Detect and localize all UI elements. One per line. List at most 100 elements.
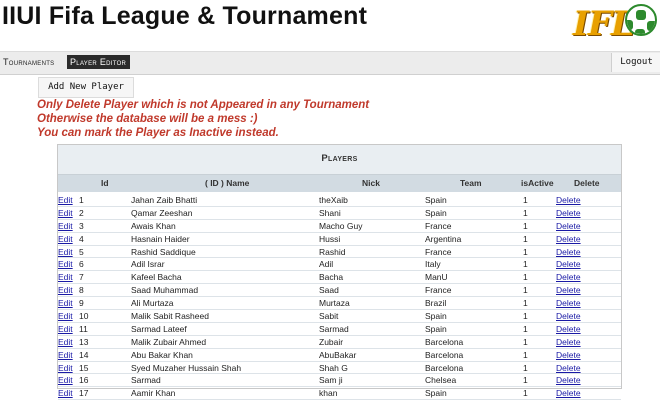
cell-team: France: [425, 246, 452, 257]
nav-tournaments[interactable]: Tournaments: [3, 57, 54, 67]
delete-link[interactable]: Delete: [556, 297, 581, 309]
delete-link[interactable]: Delete: [556, 374, 581, 386]
cell-id: 5: [79, 246, 84, 257]
cell-id: 3: [79, 220, 84, 231]
delete-link[interactable]: Delete: [556, 323, 581, 335]
table-row: Edit 11 Sarmad Lateef Sarmad Spain 1 Delete: [58, 323, 621, 336]
cell-id: 17: [79, 388, 89, 399]
delete-link[interactable]: Delete: [556, 284, 581, 296]
delete-link[interactable]: Delete: [556, 349, 581, 361]
cell-isactive: 1: [523, 285, 528, 296]
edit-link[interactable]: Edit: [58, 310, 73, 322]
edit-link[interactable]: Edit: [58, 323, 73, 335]
header-nick: Nick: [362, 178, 380, 188]
cell-isactive: 1: [523, 362, 528, 373]
cell-isactive: 1: [523, 246, 528, 257]
edit-link[interactable]: Edit: [58, 194, 73, 206]
cell-nick: Sarmad: [319, 323, 349, 334]
cell-nick: Sabit: [319, 311, 339, 322]
cell-name: Malik Sabit Rasheed: [131, 311, 209, 322]
cell-isactive: 1: [523, 220, 528, 231]
delete-link[interactable]: Delete: [556, 207, 581, 219]
cell-nick: theXaib: [319, 195, 348, 205]
edit-link[interactable]: Edit: [58, 349, 73, 361]
cell-isactive: 1: [523, 233, 528, 244]
edit-link[interactable]: Edit: [58, 362, 73, 374]
cell-team: Italy: [425, 259, 441, 270]
delete-link[interactable]: Delete: [556, 258, 581, 270]
delete-link[interactable]: Delete: [556, 220, 581, 232]
cell-name: Sarmad Lateef: [131, 323, 187, 334]
cell-nick: AbuBakar: [319, 349, 357, 360]
table-body: Edit 1 Jahan Zaib Bhatti theXaib Spain 1 Delet…: [58, 194, 621, 401]
edit-link[interactable]: Edit: [58, 207, 73, 219]
cell-team: Spain: [425, 311, 447, 322]
cell-nick: Sam ji: [319, 375, 343, 386]
edit-link[interactable]: Edit: [58, 284, 73, 296]
delete-link[interactable]: Delete: [556, 233, 581, 245]
delete-link[interactable]: Delete: [556, 194, 581, 206]
cell-team: Barcelona: [425, 336, 464, 347]
edit-link[interactable]: Edit: [58, 233, 73, 245]
header-delete: Delete: [574, 178, 600, 188]
cell-id: 10: [79, 311, 89, 322]
add-new-player-button[interactable]: Add New Player: [38, 77, 134, 98]
edit-link[interactable]: Edit: [58, 271, 73, 283]
cell-nick: Hussi: [319, 233, 341, 244]
cell-name: Jahan Zaib Bhatti: [131, 195, 198, 205]
table-row: Edit 10 Malik Sabit Rasheed Sabit Spain 1 Dele…: [58, 310, 621, 323]
cell-isactive: 1: [523, 195, 528, 205]
table-row: Edit 13 Malik Zubair Ahmed Zubair Barcelona 1…: [58, 336, 621, 349]
cell-nick: Macho Guy: [319, 220, 363, 231]
cell-name: Sarmad: [131, 375, 161, 386]
cell-team: France: [425, 220, 452, 231]
app-header: IIUI Fifa League & Tournament IFL: [0, 0, 660, 50]
edit-link[interactable]: Edit: [58, 387, 73, 399]
cell-team: Spain: [425, 195, 447, 205]
cell-nick: Zubair: [319, 336, 344, 347]
edit-link[interactable]: Edit: [58, 246, 73, 258]
cell-isactive: 1: [523, 311, 528, 322]
delete-link[interactable]: Delete: [556, 246, 581, 258]
delete-link[interactable]: Delete: [556, 362, 581, 374]
table-row: Edit 14 Abu Bakar Khan AbuBakar Barcelona 1 De…: [58, 349, 621, 362]
logout-button[interactable]: Logout: [611, 53, 660, 72]
table-row: Edit 17 Aamir Khan khan Spain 1 Delete: [58, 387, 621, 401]
cell-name: Awais Khan: [131, 220, 176, 231]
delete-link[interactable]: Delete: [556, 310, 581, 322]
edit-link[interactable]: Edit: [58, 336, 73, 348]
ifl-logo[interactable]: IFL: [573, 2, 659, 48]
edit-link[interactable]: Edit: [58, 220, 73, 232]
cell-id: 9: [79, 298, 84, 309]
cell-name: Qamar Zeeshan: [131, 207, 193, 218]
page-title: IIUI Fifa League & Tournament: [2, 2, 368, 30]
cell-name: Syed Muzaher Hussain Shah: [131, 362, 242, 373]
cell-nick: Shah G: [319, 362, 348, 373]
delete-link[interactable]: Delete: [556, 387, 581, 399]
nav-player-editor[interactable]: Player Editor: [67, 55, 131, 69]
header-team: Team: [460, 178, 482, 188]
cell-id: 4: [79, 233, 84, 244]
cell-isactive: 1: [523, 207, 528, 218]
cell-isactive: 1: [523, 323, 528, 334]
cell-name: Ali Murtaza: [131, 298, 174, 309]
table-row: Edit 4 Hasnain Haider Hussi Argentina 1 Delete: [58, 233, 621, 246]
cell-isactive: 1: [523, 272, 528, 283]
cell-nick: Saad: [319, 285, 339, 296]
edit-link[interactable]: Edit: [58, 258, 73, 270]
players-table: Players Id ( ID ) Name Nick Team isActiv…: [57, 144, 622, 401]
edit-link[interactable]: Edit: [58, 374, 73, 386]
edit-link[interactable]: Edit: [58, 297, 73, 309]
cell-nick: Shani: [319, 207, 341, 218]
table-header-row: Id ( ID ) Name Nick Team isActive Delete: [58, 175, 621, 192]
delete-link[interactable]: Delete: [556, 336, 581, 348]
header-name: ( ID ) Name: [205, 178, 250, 188]
cell-name: Malik Zubair Ahmed: [131, 336, 207, 347]
delete-link[interactable]: Delete: [556, 271, 581, 283]
nav-bar: Tournaments Player Editor: [0, 51, 660, 75]
warning-line-2: Otherwise the database will be a mess :): [37, 113, 258, 125]
cell-team: Spain: [425, 388, 447, 399]
cell-id: 8: [79, 285, 84, 296]
cell-isactive: 1: [523, 375, 528, 386]
cell-nick: khan: [319, 388, 338, 399]
